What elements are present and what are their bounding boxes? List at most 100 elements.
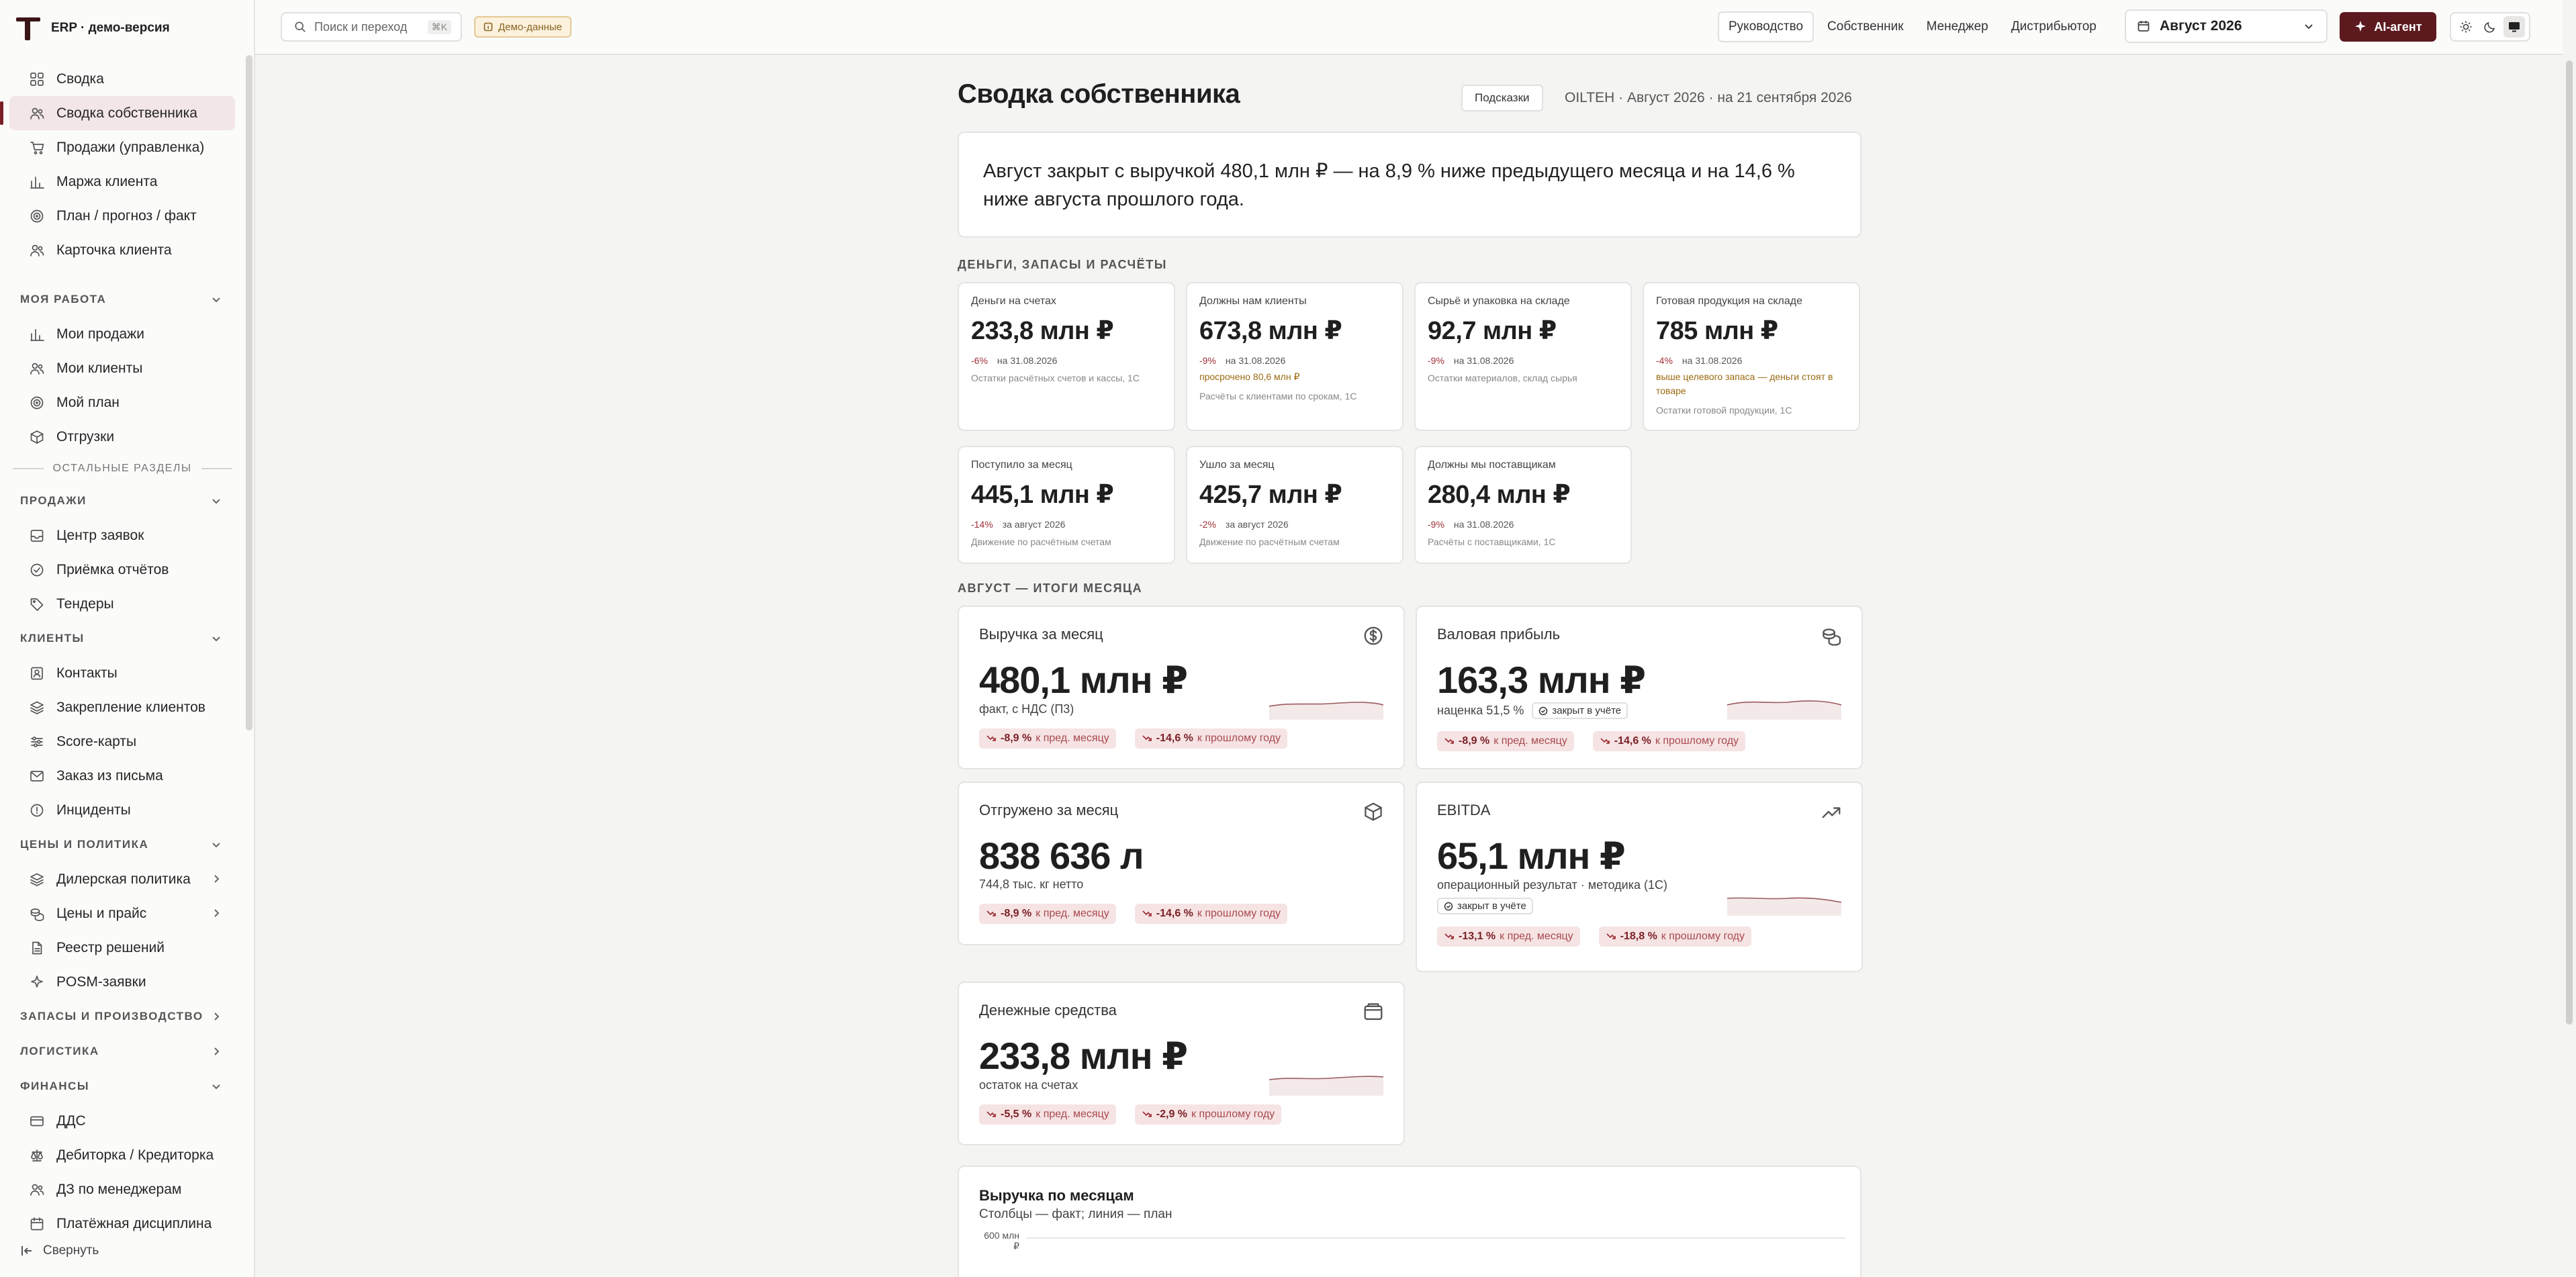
sidebar-item-платёжная-дисциплина[interactable]: Платёжная дисциплина [9,1207,235,1241]
layers-icon [30,701,44,714]
kpi-card-поступило-за-месяц[interactable]: Поступило за месяц 445,1 млн ₽ -14% за авгу… [958,446,1175,564]
sidebar-item-label: Сводка [56,70,104,87]
month-card-денежные-средства[interactable]: Денежные средства 233,8 млн ₽ остаток на с… [958,982,1405,1145]
topbar: Поиск и переход ⌘K Демо-данные Руководст… [255,0,2563,55]
month-card-ebitda[interactable]: EBITDA 65,1 млн ₽ операционный результат ·… [1416,782,1863,972]
tag-icon [30,598,44,611]
collapse-sidebar-button[interactable]: Свернуть [20,1243,99,1258]
system-theme-button[interactable] [2503,16,2525,38]
sidebar-item-центр-заявок[interactable]: Центр заявок [9,518,235,553]
kpi-delta-row: -14% за август 2026 [971,519,1162,530]
kpi-card-сырьё-и-упаковка-на-складе[interactable]: Сырьё и упаковка на складе 92,7 млн ₽ -9% н… [1414,282,1632,431]
sidebar-item-мой-план[interactable]: Мой план [9,385,235,420]
page-meta: OILTEH · Август 2026 · на 21 сентября 20… [1565,90,1852,105]
closed-chip-label: закрыт в учёте [1552,705,1622,716]
sidebar-item-реестр-решений[interactable]: Реестр решений [9,931,235,965]
sidebar-item-цены-и-прайс[interactable]: Цены и прайс [9,896,235,931]
month-card-label: EBITDA [1437,802,1491,818]
sidebar-group-my_work_title[interactable]: МОЯ РАБОТА [0,282,244,317]
sidebar-item-отгрузки[interactable]: Отгрузки [9,420,235,454]
sidebar-item-сводка[interactable]: Сводка [9,62,235,96]
kpi-source: Движение по расчётным счетам [971,536,1111,547]
tag-icon-wrap [30,597,44,612]
role-tab-менеджер[interactable]: Менеджер [1917,11,1998,42]
month-card-label: Валовая прибыль [1437,626,1561,643]
sidebar-group-logistics_title[interactable]: ЛОГИСТИКА [0,1034,244,1069]
kpi-value: 233,8 млн ₽ [971,317,1114,345]
month-card-icon [1821,626,1841,646]
users-icon [30,1184,44,1196]
sidebar-item-score-карты[interactable]: Score-карты [9,724,235,759]
sidebar-item-приёмка-отчётов[interactable]: Приёмка отчётов [9,553,235,587]
other-sections-divider: ОСТАЛЬНЫЕ РАЗДЕЛЫ [0,454,244,483]
sidebar-item-тендеры[interactable]: Тендеры [9,587,235,621]
month-card-отгружено-за-месяц[interactable]: Отгружено за месяц 838 636 л 744,8 тыс. кг… [958,782,1405,945]
kpi-card-должны-мы-поставщикам[interactable]: Должны мы поставщикам 280,4 млн ₽ -9% на 31… [1414,446,1632,564]
sidebar-group-sales_title[interactable]: ПРОДАЖИ [0,483,244,518]
period-select[interactable]: Август 2026 [2125,9,2328,43]
sidebar-item-label: Закрепление клиентов [56,699,205,715]
sparkle-icon [2355,21,2366,32]
sidebar-group-clients_title[interactable]: КЛИЕНТЫ [0,621,244,656]
kpi-delta: -9% [1428,519,1444,530]
kpi-card-ушло-за-месяц[interactable]: Ушло за месяц 425,7 млн ₽ -2% за август 202… [1186,446,1404,564]
coins-icon [30,908,44,921]
sidebar-item-инциденты[interactable]: Инциденты [9,793,235,827]
month-card-валовая-прибыль[interactable]: Валовая прибыль 163,3 млн ₽ наценка 51,5 %… [1416,606,1863,769]
sidebar-item-продажи-управленка[interactable]: Продажи (управленка) [9,130,235,164]
month-card-sub-text: наценка 51,5 % [1437,704,1524,717]
sidebar-item-заказ-из-письма[interactable]: Заказ из письма [9,759,235,793]
app-logo[interactable]: ERP · демо-версия [16,15,170,42]
sparkline [1269,1076,1383,1096]
sidebar-item-дз-по-менеджерам[interactable]: ДЗ по менеджерам [9,1172,235,1207]
kpi-card-должны-нам-клиенты[interactable]: Должны нам клиенты 673,8 млн ₽ -9% на 31.08… [1186,282,1404,431]
sidebar-item-дилерская-политика[interactable]: Дилерская политика [9,862,235,896]
sidebar-group-finance_title[interactable]: ФИНАНСЫ [0,1069,244,1104]
inbox-icon [30,529,44,542]
dark-theme-button[interactable] [2479,16,2501,38]
chart-subtitle: Столбцы — факт; линия — план [979,1207,1172,1221]
ai-agent-button[interactable]: AI-агент [2340,12,2436,42]
sidebar-group-pricing_title[interactable]: ЦЕНЫ И ПОЛИТИКА [0,827,244,862]
month-card-выручка-за-месяц[interactable]: Выручка за месяц 480,1 млн ₽ факт, с НДС (… [958,606,1405,769]
sidebar-item-мои-клиенты[interactable]: Мои клиенты [9,351,235,385]
main-content: Сводка собственника Подсказки OILTEH · А… [255,55,2563,1277]
delta-prev-month: -5,5 % к пред. месяцу [979,1104,1116,1125]
role-tabs: Руководство Собственник Менеджер Дистрибьют… [1718,9,2106,44]
role-tab-руководство[interactable]: Руководство [1718,11,1814,42]
sidebar-item-label: Дилерская политика [56,871,191,887]
sidebar-item-карточка-клиента[interactable]: Карточка клиента [9,233,235,267]
sidebar-item-план-прогноз-факт[interactable]: План / прогноз / факт [9,199,235,233]
kpi-source: Расчёты с клиентами по срокам, 1С [1199,391,1357,401]
sidebar-group-stock_title[interactable]: ЗАПАСЫ И ПРОИЗВОДСТВО [0,999,244,1034]
sidebar-item-маржа-клиента[interactable]: Маржа клиента [9,164,235,199]
sidebar-item-закрепление-клиентов[interactable]: Закрепление клиентов [9,690,235,724]
delta-label: к пред. месяцу [1036,908,1109,919]
sidebar-item-label: Продажи (управленка) [56,139,205,155]
month-card-value: 65,1 млн ₽ [1437,835,1626,877]
role-tab-дистрибьютор[interactable]: Дистрибьютор [2002,11,2106,42]
sidebar-item-label: Дебиторка / Кредиторка [56,1147,214,1163]
search-input[interactable]: Поиск и переход ⌘K [281,12,462,42]
kpi-card-готовая-продукция-на-складе[interactable]: Готовая продукция на складе 785 млн ₽ -4% н… [1643,282,1860,431]
ai-agent-label: AI-агент [2374,19,2422,34]
sidebar-item-мои-продажи[interactable]: Мои продажи [9,317,235,351]
users-icon-wrap [30,106,44,121]
hints-button[interactable]: Подсказки [1461,85,1543,111]
kpi-card-деньги-на-счетах[interactable]: Деньги на счетах 233,8 млн ₽ -6% на 31.08.2… [958,282,1175,431]
light-theme-button[interactable] [2455,16,2477,38]
sidebar-item-ддс[interactable]: ДДС [9,1104,235,1138]
closed-in-books-chip: закрыт в учёте [1437,898,1533,914]
main-scrollbar-thumb[interactable] [2566,60,2573,1025]
main-scrollbar[interactable] [2563,55,2576,1277]
sidebar-item-posm-заявки[interactable]: POSM-заявки [9,965,235,999]
sidebar-item-дебиторка-кредиторка[interactable]: Дебиторка / Кредиторка [9,1138,235,1172]
role-tab-собственник[interactable]: Собственник [1818,11,1913,42]
sidebar-scrollbar[interactable] [246,55,252,730]
kpi-delta-row: -6% на 31.08.2026 [971,355,1162,366]
sidebar-item-контакты[interactable]: Контакты [9,656,235,690]
month-card-value: 838 636 л [979,835,1144,877]
search-shortcut: ⌘K [427,19,451,34]
card-icon [30,1116,44,1126]
sidebar-item-сводка-собственника[interactable]: Сводка собственника [0,96,235,130]
